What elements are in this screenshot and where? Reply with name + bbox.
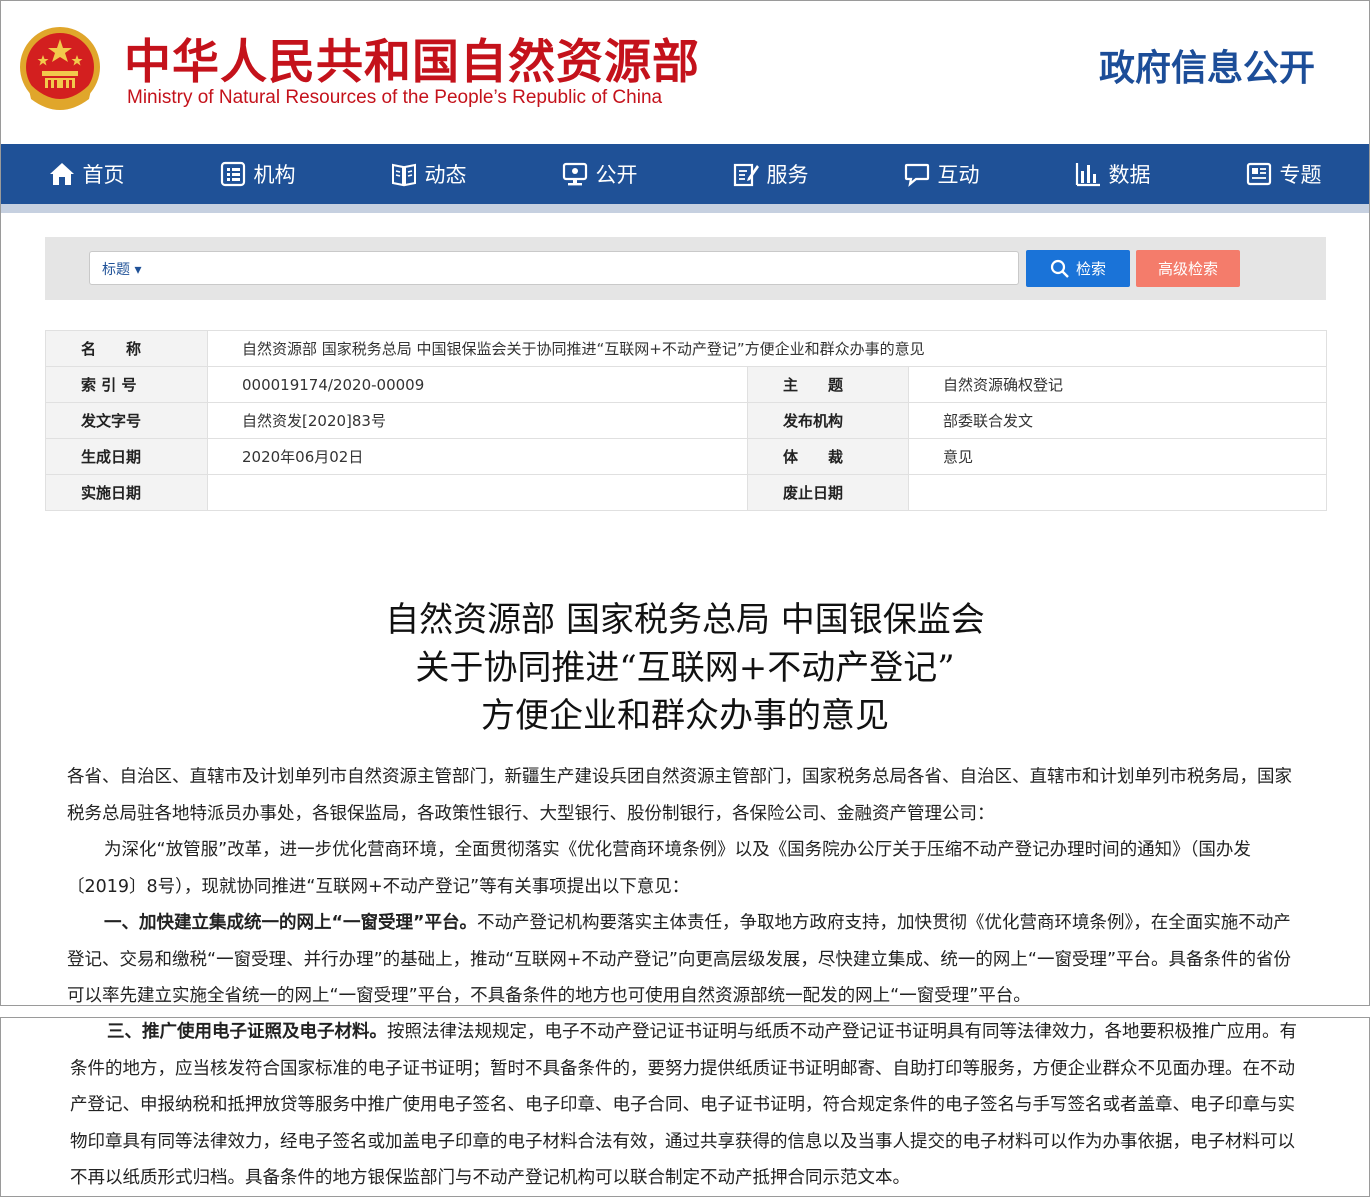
nav-item-service[interactable]: 服务 xyxy=(685,144,856,204)
meta-value-topic: 自然资源确权登记 xyxy=(908,366,1327,403)
nav-item-interact[interactable]: 互动 xyxy=(856,144,1027,204)
meta-label-issuer: 发布机构 xyxy=(747,402,909,439)
org-icon xyxy=(220,161,245,187)
meta-label-effective: 实施日期 xyxy=(45,474,208,511)
search-button[interactable]: 检索 xyxy=(1026,250,1130,287)
page-top-frame: 中华人民共和国自然资源部 Ministry of Natural Resourc… xyxy=(0,0,1370,1006)
meta-value-date: 2020年06月02日 xyxy=(207,438,748,475)
nav-item-data[interactable]: 数据 xyxy=(1027,144,1198,204)
meta-value-name: 自然资源部 国家税务总局 中国银保监会关于协同推进“互联网+不动产登记”方便企业… xyxy=(207,330,1327,367)
section-one-heading: 一、加快建立集成统一的网上“一窗受理”平台。 xyxy=(104,913,478,933)
nav-label: 动态 xyxy=(424,163,467,187)
nav-item-topics[interactable]: 专题 xyxy=(1198,144,1369,204)
site-header: 中华人民共和国自然资源部 Ministry of Natural Resourc… xyxy=(1,1,1369,144)
document-title-line: 关于协同推进“互联网+不动产登记” xyxy=(415,648,955,688)
bar-chart-icon xyxy=(1075,163,1100,187)
newspaper-icon xyxy=(1246,162,1271,186)
nav-item-home[interactable]: 首页 xyxy=(1,144,172,204)
document-meta-table: 名 称 自然资源部 国家税务总局 中国银保监会关于协同推进“互联网+不动产登记”… xyxy=(45,330,1327,511)
search-button-label: 检索 xyxy=(1075,260,1106,278)
meta-label-genre: 体 裁 xyxy=(747,438,909,475)
nav-label: 服务 xyxy=(766,163,809,187)
page-bottom-frame: 三、推广使用电子证照及电子材料。按照法律法规规定，电子不动产登记证书证明与纸质不… xyxy=(0,1017,1370,1197)
nav-label: 公开 xyxy=(595,163,638,187)
nav-divider xyxy=(1,204,1369,213)
table-row: 实施日期 废止日期 xyxy=(45,474,1327,511)
search-input[interactable] xyxy=(170,255,1014,283)
meta-value-issuer: 部委联合发文 xyxy=(908,402,1327,439)
advanced-search-button[interactable]: 高级检索 xyxy=(1136,250,1240,287)
meta-label-topic: 主 题 xyxy=(747,366,909,403)
table-row: 名 称 自然资源部 国家税务总局 中国银保监会关于协同推进“互联网+不动产登记”… xyxy=(45,330,1327,367)
section-three-heading: 三、推广使用电子证照及电子材料。 xyxy=(107,1022,387,1042)
section-title: 政府信息公开 xyxy=(1098,48,1315,89)
intro-paragraph: 为深化“放管服”改革，进一步优化营商环境，全面贯彻落实《优化营商环境条例》以及《… xyxy=(67,840,1251,897)
addressee-paragraph: 各省、自治区、直辖市及计划单列市自然资源主管部门，新疆生产建设兵团自然资源主管部… xyxy=(67,767,1292,824)
national-emblem-icon xyxy=(20,27,100,110)
nav-label: 数据 xyxy=(1108,163,1151,187)
document-title-line: 方便企业和群众办事的意见 xyxy=(481,696,889,736)
document-title: 自然资源部 国家税务总局 中国银保监会 关于协同推进“互联网+不动产登记” 方便… xyxy=(1,596,1369,740)
meta-label-expire: 废止日期 xyxy=(747,474,909,511)
nav-label: 互动 xyxy=(937,163,980,187)
meta-value-expire xyxy=(908,474,1327,511)
chat-icon xyxy=(904,163,929,187)
meta-value-genre: 意见 xyxy=(908,438,1327,475)
meta-value-index: 000019174/2020-00009 xyxy=(207,366,748,403)
meta-value-docno: 自然资发[2020]83号 xyxy=(207,402,748,439)
nav-item-public[interactable]: 公开 xyxy=(514,144,685,204)
meta-value-effective xyxy=(207,474,748,511)
nav-label: 首页 xyxy=(82,163,125,187)
meta-label-date: 生成日期 xyxy=(45,438,208,475)
main-nav: 首页 机构 动态 公开 服务 互动 数据 专题 xyxy=(1,144,1369,204)
document-title-line: 自然资源部 国家税务总局 中国银保监会 xyxy=(385,600,985,640)
search-box: 标题 ▾ xyxy=(89,251,1019,285)
nav-label: 机构 xyxy=(253,163,296,187)
search-type-select[interactable]: 标题 ▾ xyxy=(102,259,141,279)
site-title: 中华人民共和国自然资源部 xyxy=(124,35,700,90)
table-row: 发文字号 自然资发[2020]83号 发布机构 部委联合发文 xyxy=(45,402,1327,439)
nav-label: 专题 xyxy=(1279,163,1322,187)
nav-item-news[interactable]: 动态 xyxy=(343,144,514,204)
book-icon xyxy=(391,163,416,187)
site-subtitle: Ministry of Natural Resources of the Peo… xyxy=(127,87,663,108)
nav-item-org[interactable]: 机构 xyxy=(172,144,343,204)
meta-label-docno: 发文字号 xyxy=(45,402,208,439)
meta-label-index: 索 引 号 xyxy=(45,366,208,403)
section-one-paragraph: 一、加快建立集成统一的网上“一窗受理”平台。不动产登记机构要落实主体责任，争取地… xyxy=(67,905,1307,1005)
monitor-icon xyxy=(562,162,587,186)
section-three-paragraph: 三、推广使用电子证照及电子材料。按照法律法规规定，电子不动产登记证书证明与纸质不… xyxy=(70,1018,1310,1196)
edit-icon xyxy=(733,163,759,187)
table-row: 生成日期 2020年06月02日 体 裁 意见 xyxy=(45,438,1327,475)
table-row: 索 引 号 000019174/2020-00009 主 题 自然资源确权登记 xyxy=(45,366,1327,403)
search-icon xyxy=(1050,259,1069,278)
section-three-body: 按照法律法规规定，电子不动产登记证书证明与纸质不动产登记证书证明具有同等法律效力… xyxy=(70,1022,1297,1189)
meta-label-name: 名 称 xyxy=(45,330,208,367)
search-panel: 标题 ▾ 检索 高级检索 xyxy=(45,237,1326,300)
advanced-search-label: 高级检索 xyxy=(1157,260,1218,278)
home-icon xyxy=(49,163,74,185)
